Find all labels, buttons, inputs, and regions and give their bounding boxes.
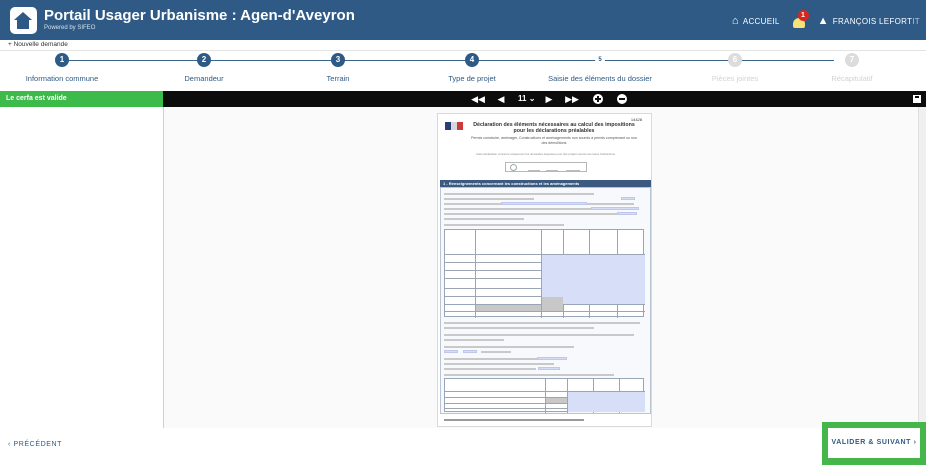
document-note: Cette déclaration concerne uniquement le… <box>475 152 616 156</box>
app-header: Portail Usager Urbanisme : Agen-d'Aveyro… <box>0 0 926 40</box>
viewer-toolbar: Le cerfa est valide ◀◀ ◀ 11 ⌄ ▶ ▶▶ <box>0 91 926 107</box>
document-viewer[interactable]: 14428 Déclaration des éléments nécessair… <box>163 107 926 428</box>
user-name: FRANÇOIS LEFORT <box>832 16 913 26</box>
step-2[interactable]: 2 Demandeur <box>144 53 264 83</box>
validate-next-button[interactable]: VALIDER & SUIVANT › <box>828 428 920 458</box>
zoom-in-icon[interactable] <box>593 94 603 104</box>
zoom-out-icon[interactable] <box>617 94 627 104</box>
step-5[interactable]: 5 Saisie des éléments du dossier <box>540 53 660 83</box>
step-3[interactable]: 3 Terrain <box>278 53 398 83</box>
step-number: 7 <box>845 53 859 67</box>
powered-by: Powered by SIFEO <box>44 25 96 31</box>
page-selector[interactable]: 11 ⌄ <box>518 93 535 105</box>
step-number: 3 <box>331 53 345 67</box>
page-footer <box>444 419 584 421</box>
form-area <box>440 187 651 414</box>
user-suffix: IT <box>912 16 920 26</box>
app-logo-icon[interactable] <box>10 7 37 34</box>
step-number: 6 <box>728 53 742 67</box>
form-field[interactable] <box>501 202 587 205</box>
section-header: 1 - Renseignements concernant les constr… <box>440 180 651 187</box>
user-menu[interactable]: ▲ FRANÇOIS LEFORT IT <box>818 15 920 27</box>
last-page-button[interactable]: ▶▶ <box>565 93 579 105</box>
next-page-button[interactable]: ▶ <box>544 93 554 105</box>
header-actions: ⌂ ACCUEIL 1 ▲ FRANÇOIS LEFORT IT <box>722 10 920 29</box>
breadcrumb-label: Nouvelle demande <box>13 41 68 48</box>
first-page-button[interactable]: ◀◀ <box>471 93 485 105</box>
home-label: ACCUEIL <box>742 16 780 26</box>
step-label: Récapitulatif <box>831 74 873 83</box>
form-field[interactable] <box>463 350 477 353</box>
form-field[interactable] <box>444 350 458 353</box>
form-field[interactable] <box>617 212 637 215</box>
republique-logo-icon <box>445 122 465 138</box>
previous-button[interactable]: ‹ PRÉCÉDENT <box>8 441 62 448</box>
divider <box>0 50 926 51</box>
cerfa-status-badge: Le cerfa est valide <box>0 91 163 107</box>
step-label: Information commune <box>25 74 99 83</box>
step-label: Terrain <box>326 74 350 83</box>
reception-stamp <box>505 162 587 172</box>
prev-page-button[interactable]: ◀ <box>496 93 506 105</box>
viewer-scrollbar[interactable] <box>918 107 926 428</box>
step-label: Pièces jointes <box>711 74 759 83</box>
step-number: 4 <box>465 53 479 67</box>
form-field[interactable] <box>621 197 635 200</box>
user-icon: ▲ <box>817 15 829 27</box>
step-label: Demandeur <box>184 74 224 83</box>
step-number: 2 <box>197 53 211 67</box>
cerfa-page: 14428 Déclaration des éléments nécessair… <box>437 113 652 427</box>
next-button-highlight: VALIDER & SUIVANT › <box>822 422 926 465</box>
data-table <box>444 378 645 413</box>
chevron-down-icon: ⌄ <box>528 94 536 103</box>
form-field[interactable] <box>538 367 560 370</box>
step-1[interactable]: 1 Information commune <box>2 53 122 83</box>
notification-count: 1 <box>797 10 809 21</box>
step-number: 1 <box>55 53 69 67</box>
breadcrumb[interactable]: + Nouvelle demande <box>8 41 68 48</box>
document-title: Déclaration des éléments nécessaires au … <box>473 122 635 134</box>
notifications-button[interactable]: 1 <box>790 10 809 29</box>
step-label: Saisie des éléments du dossier <box>548 74 652 83</box>
form-field[interactable] <box>591 207 639 210</box>
save-icon[interactable] <box>913 95 921 103</box>
step-4[interactable]: 4 Type de projet <box>412 53 532 83</box>
step-label: Type de projet <box>448 74 496 83</box>
data-table <box>444 229 645 318</box>
step-7: 7 Récapitulatif <box>792 53 912 83</box>
step-6: 6 Pièces jointes <box>675 53 795 83</box>
home-link[interactable]: ⌂ ACCUEIL <box>732 15 780 27</box>
form-field[interactable] <box>537 357 567 360</box>
step-number: 5 <box>595 55 605 65</box>
app-title: Portail Usager Urbanisme : Agen-d'Aveyro… <box>44 7 355 24</box>
page-number: 11 <box>518 94 527 103</box>
home-icon: ⌂ <box>731 15 739 27</box>
document-subtitle: Permis construire, aménager, Constructio… <box>471 136 637 145</box>
